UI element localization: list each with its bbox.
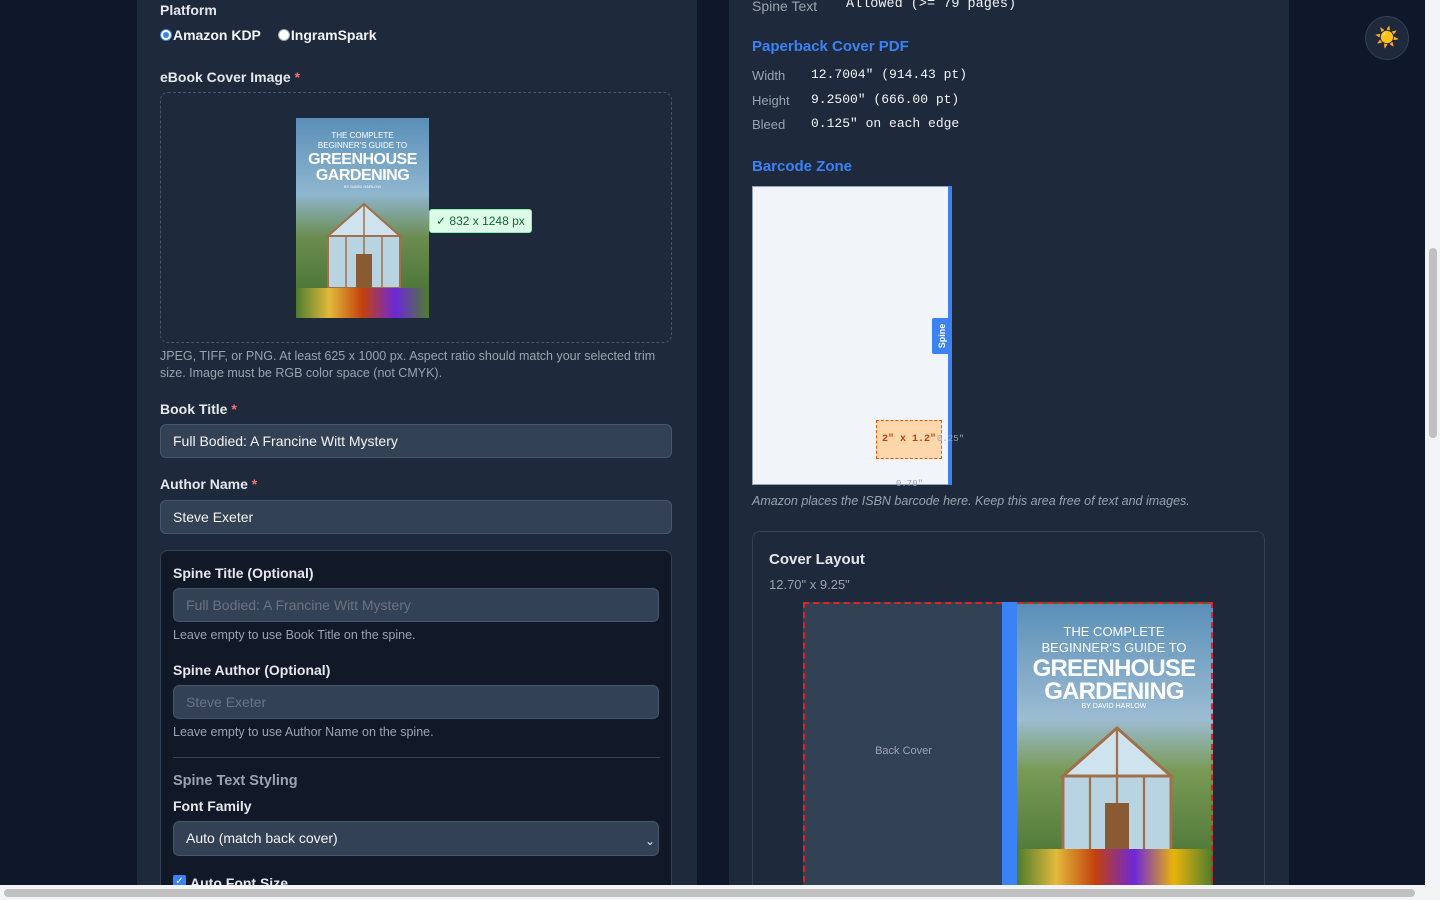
spine-text-key: Spine Text (752, 0, 818, 14)
spine-author-label: Spine Author (Optional) (173, 662, 331, 678)
vertical-scrollbar-thumb[interactable] (1429, 248, 1437, 438)
spine-title-label: Spine Title (Optional) (173, 565, 314, 581)
front-line4: GARDENING (1044, 678, 1184, 705)
cover-line4: GARDENING (315, 167, 410, 184)
spine-author-input[interactable]: Steve Exeter (173, 685, 659, 719)
paperback-pdf-heading: Paperback Cover PDF (752, 38, 909, 55)
cover-image-label-text: eBook Cover Image (160, 69, 291, 85)
platform-radio-group: Amazon KDP IngramSpark (160, 27, 377, 43)
spine-tag: Spine (932, 318, 951, 354)
radio-ingramspark[interactable] (277, 29, 290, 41)
barcode-area: 2" x 1.2" (876, 420, 942, 459)
barcode-bottom-offset: 0.70" (896, 479, 924, 489)
spec-width-key: Width (752, 68, 786, 83)
sun-icon: ☀️ (1374, 27, 1400, 49)
cover-image-help: JPEG, TIFF, or PNG. At least 625 x 1000 … (160, 349, 656, 380)
front-cover-area: THE COMPLETE BEGINNER'S GUIDE TO GREENHO… (1017, 602, 1213, 892)
spine-author-help: Leave empty to use Author Name on the sp… (173, 725, 434, 739)
image-dimensions-badge: ✓ 832 x 1248 px (429, 209, 532, 233)
theme-toggle-button[interactable]: ☀️ (1365, 16, 1409, 60)
spec-height-key: Height (752, 93, 790, 108)
spec-bleed-key: Bleed (752, 117, 786, 132)
greenhouse-illustration-large (1059, 725, 1175, 856)
vertical-scrollbar[interactable] (1425, 0, 1440, 900)
spine-title-input[interactable]: Full Bodied: A Francine Witt Mystery (173, 588, 659, 622)
spec-bleed-value: 0.125" on each edge (811, 116, 960, 131)
radio-ingramspark-label[interactable]: IngramSpark (291, 27, 377, 43)
book-title-input[interactable]: Full Bodied: A Francine Witt Mystery (160, 424, 672, 458)
spec-height-value: 9.2500" (666.00 pt) (811, 92, 960, 107)
font-family-select[interactable]: Auto (match back cover) (173, 821, 659, 856)
barcode-right-offset: 0.25" (937, 434, 965, 444)
chevron-down-icon: ⌄ (645, 834, 656, 848)
front-byline: BY DAVID HARLOW (1081, 703, 1147, 710)
cover-image-label: eBook Cover Image * (160, 69, 300, 85)
back-cover-area: Back Cover (803, 602, 1002, 892)
author-input[interactable]: Steve Exeter (160, 500, 672, 534)
cover-line1: THE COMPLETE (331, 131, 394, 140)
radio-amazon-kdp[interactable] (160, 29, 172, 41)
book-title-label: Book Title * (160, 401, 237, 417)
horizontal-scrollbar-thumb[interactable] (4, 889, 1415, 897)
radio-amazon-kdp-label[interactable]: Amazon KDP (173, 27, 261, 43)
spine-title-help: Leave empty to use Book Title on the spi… (173, 628, 416, 642)
barcode-note: Amazon places the ISBN barcode here. Kee… (752, 494, 1190, 508)
spec-width-value: 12.7004" (914.43 pt) (811, 67, 968, 82)
cover-layout-heading: Cover Layout (769, 551, 865, 568)
platform-label: Platform (160, 2, 217, 18)
back-cover-label: Back Cover (875, 745, 932, 757)
greenhouse-illustration (325, 202, 403, 289)
required-mark: * (251, 476, 258, 492)
barcode-zone-heading: Barcode Zone (752, 158, 853, 175)
cover-image-thumbnail: THE COMPLETE BEGINNER'S GUIDE TO GREENHO… (296, 118, 429, 318)
cover-line2: BEGINNER'S GUIDE TO (317, 141, 408, 150)
front-line1: THE COMPLETE (1063, 624, 1165, 639)
spine-tag-text: Spine (936, 323, 947, 349)
front-line2: BEGINNER'S GUIDE TO (1041, 640, 1187, 655)
book-title-label-text: Book Title (160, 401, 228, 417)
layout-spine (1002, 602, 1017, 892)
required-mark: * (294, 69, 301, 85)
divider (173, 757, 660, 758)
spine-styling-heading: Spine Text Styling (173, 773, 298, 789)
required-mark: * (231, 401, 237, 417)
cover-byline: BY DAVID HARLOW (344, 184, 381, 189)
font-family-label: Font Family (173, 798, 252, 814)
cover-layout-dimensions: 12.70" x 9.25" (769, 577, 850, 592)
flower-bed (296, 288, 429, 318)
author-label: Author Name * (160, 476, 257, 492)
author-label-text: Author Name (160, 476, 248, 492)
spine-text-value: Allowed (>= 79 pages) (846, 0, 1017, 12)
